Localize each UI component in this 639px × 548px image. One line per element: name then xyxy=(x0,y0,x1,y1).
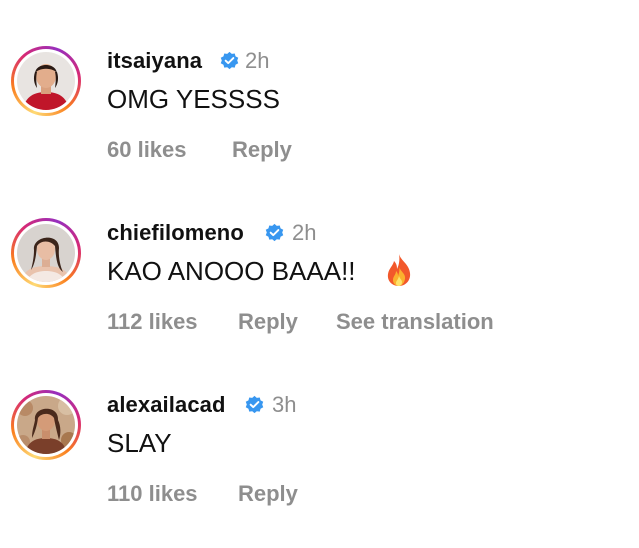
comment-username[interactable]: itsaiyana xyxy=(107,48,202,74)
comment-text: SLAY xyxy=(107,428,172,458)
comment-item: itsaiyana 2h OMG YESSSS 60 likes Reply xyxy=(0,46,639,196)
comment-text: OMG YESSSS xyxy=(107,84,280,114)
reply-button[interactable]: Reply xyxy=(238,309,298,335)
avatar[interactable] xyxy=(17,224,75,282)
comment-timestamp: 2h xyxy=(292,220,317,245)
comment-text: KAO ANOOO BAAA!! xyxy=(107,256,356,286)
avatar-photo-icon xyxy=(17,224,75,282)
comment-username[interactable]: alexailacad xyxy=(107,392,226,418)
avatar-story-ring[interactable] xyxy=(11,46,81,116)
verified-badge-icon xyxy=(245,395,264,414)
reply-button[interactable]: Reply xyxy=(238,481,298,507)
likes-count-link[interactable]: 112 likes xyxy=(107,309,198,335)
see-translation-link[interactable]: See translation xyxy=(336,309,494,335)
avatar-story-ring[interactable] xyxy=(11,390,81,460)
comment-item: chiefilomeno 2h KAO ANOOO BAAA!! 112 lik… xyxy=(0,218,639,368)
comment-item: alexailacad 3h SLAY 110 likes Reply xyxy=(0,390,639,540)
avatar[interactable] xyxy=(17,396,75,454)
avatar-story-ring[interactable] xyxy=(11,218,81,288)
comment-timestamp: 3h xyxy=(272,392,297,417)
avatar[interactable] xyxy=(17,52,75,110)
comment-username[interactable]: chiefilomeno xyxy=(107,220,244,246)
fire-emoji-icon xyxy=(387,254,411,286)
avatar-photo-icon xyxy=(17,396,75,454)
verified-badge-icon xyxy=(265,223,284,242)
reply-button[interactable]: Reply xyxy=(232,137,292,163)
comment-timestamp: 2h xyxy=(245,48,270,73)
verified-badge-icon xyxy=(220,51,239,70)
likes-count-link[interactable]: 110 likes xyxy=(107,481,198,507)
likes-count-link[interactable]: 60 likes xyxy=(107,137,187,163)
avatar-photo-icon xyxy=(17,52,75,110)
